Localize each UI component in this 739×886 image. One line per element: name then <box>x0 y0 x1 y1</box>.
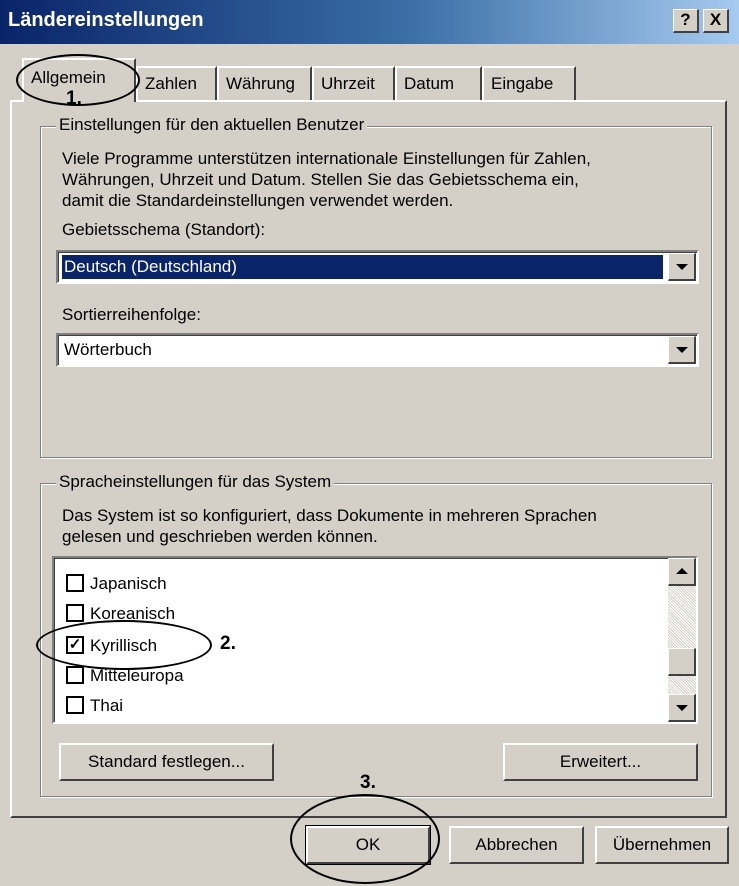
scroll-down-button[interactable] <box>668 694 696 722</box>
sort-dropdown-button[interactable] <box>668 336 696 364</box>
chevron-down-icon <box>676 705 688 711</box>
annotation-step-2: 2. <box>220 633 236 654</box>
list-item-label: Kyrillisch <box>90 636 158 655</box>
checkbox[interactable] <box>66 604 84 622</box>
chevron-up-icon <box>676 568 688 574</box>
locale-dropdown[interactable]: Deutsch (Deutschland) <box>56 250 699 284</box>
tab-uhrzeit[interactable]: Uhrzeit <box>312 66 395 100</box>
apply-button[interactable]: Übernehmen <box>595 826 729 864</box>
tab-eingabe[interactable]: Eingabe <box>482 66 576 100</box>
chevron-down-icon <box>676 347 688 353</box>
tab-waehrung[interactable]: Währung <box>217 66 312 100</box>
sort-label: Sortierreihenfolge: <box>62 305 201 324</box>
sort-dropdown[interactable]: Wörterbuch <box>56 333 699 367</box>
user-settings-group-title: Einstellungen für den aktuellen Benutzer <box>56 115 368 135</box>
user-settings-description-line-2: Währungen, Uhrzeit und Datum. Stellen Si… <box>62 170 579 189</box>
checkbox-checked[interactable]: ✓ <box>66 636 84 654</box>
ok-button[interactable]: OK <box>305 825 431 865</box>
system-settings-description-line-1: Das System ist so konfiguriert, dass Dok… <box>62 506 597 525</box>
vertical-scrollbar[interactable] <box>668 558 696 722</box>
list-item-label: Thai <box>90 696 124 715</box>
system-settings-description-line-2: gelesen und geschrieben werden können. <box>62 527 378 546</box>
cancel-button[interactable]: Abbrechen <box>449 826 584 864</box>
advanced-button[interactable]: Erweitert... <box>503 743 698 781</box>
set-default-button[interactable]: Standard festlegen... <box>59 743 274 781</box>
locale-dropdown-button[interactable] <box>668 253 696 281</box>
checkbox[interactable] <box>66 696 84 714</box>
tab-datum[interactable]: Datum <box>395 66 482 100</box>
annotation-step-3: 3. <box>360 772 376 793</box>
user-settings-description-line-1: Viele Programme unterstützen internation… <box>62 149 591 168</box>
sort-selected-value: Wörterbuch <box>64 340 152 359</box>
user-settings-description-line-3: damit die Standardeinstellungen verwende… <box>62 191 454 210</box>
checkbox[interactable] <box>66 666 84 684</box>
checkbox[interactable] <box>66 574 84 592</box>
help-button[interactable]: ? <box>673 9 699 33</box>
scroll-up-button[interactable] <box>668 558 696 586</box>
scroll-thumb[interactable] <box>668 648 696 676</box>
list-item-label: Japanisch <box>90 574 167 593</box>
close-button[interactable]: X <box>703 9 729 33</box>
list-item-label: Koreanisch <box>90 604 176 623</box>
title-bar[interactable]: Ländereinstellungen ? X <box>0 0 739 44</box>
chevron-down-icon <box>676 264 688 270</box>
list-item-label: Mitteleuropa <box>90 666 184 685</box>
locale-label: Gebietsschema (Standort): <box>62 220 266 239</box>
annotation-step-1: 1. <box>66 88 82 109</box>
window-title: Ländereinstellungen <box>8 9 204 31</box>
tab-zahlen[interactable]: Zahlen <box>136 66 217 100</box>
language-list[interactable]: Japanisch Koreanisch ✓ Kyrillisch Mittel… <box>52 556 698 724</box>
system-settings-group-title: Spracheinstellungen für das System <box>56 472 335 492</box>
locale-selected-value: Deutsch (Deutschland) <box>61 254 664 280</box>
